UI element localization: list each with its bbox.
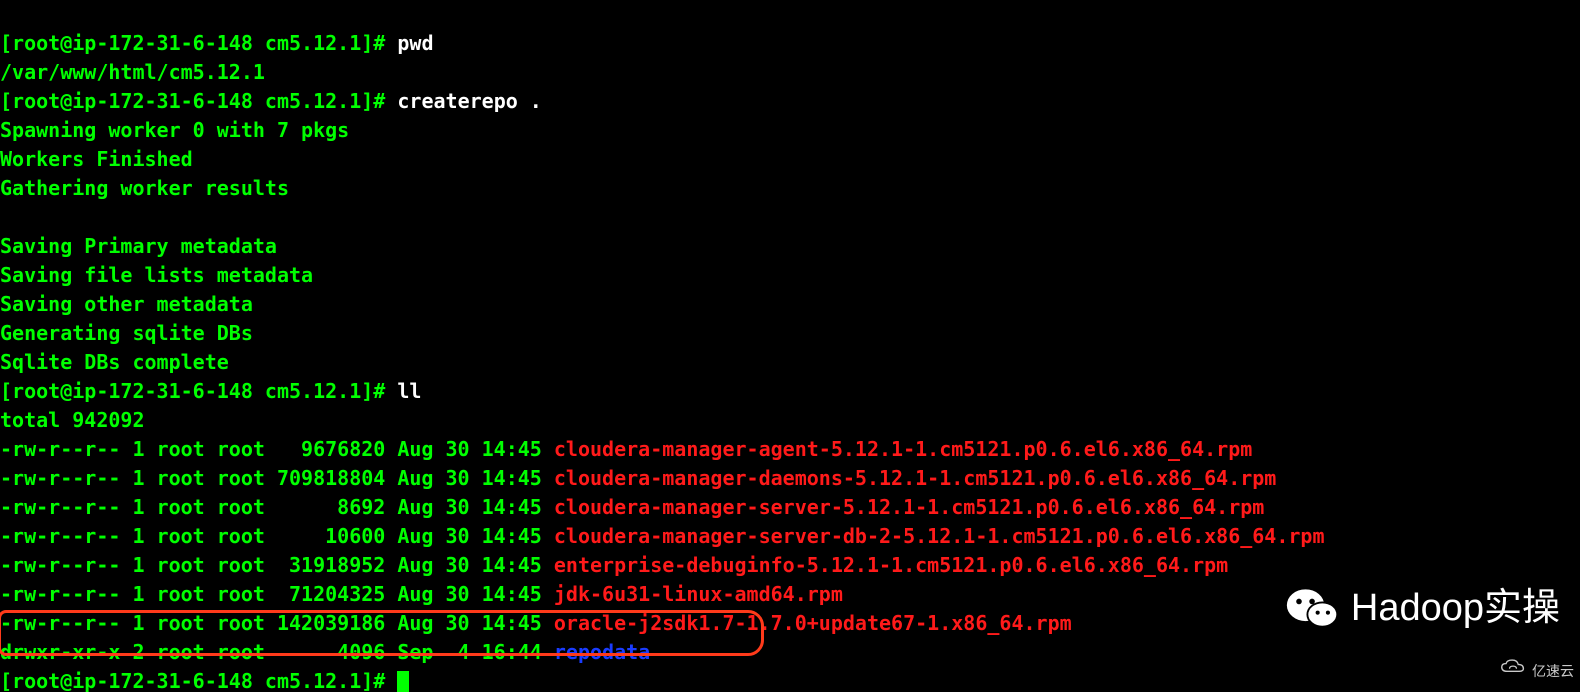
file-name-rpm: cloudera-manager-agent-5.12.1-1.cm5121.p… xyxy=(554,437,1252,461)
prompt: [root@ip-172-31-6-148 cm5.12.1]# xyxy=(0,379,397,403)
cloud-icon xyxy=(1500,657,1526,686)
terminal-cursor[interactable] xyxy=(397,671,409,692)
watermark: Hadoop实操 xyxy=(1285,584,1560,632)
wechat-icon xyxy=(1285,584,1341,632)
output-line: /var/www/html/cm5.12.1 xyxy=(0,60,265,84)
prompt: [root@ip-172-31-6-148 cm5.12.1]# xyxy=(0,669,397,692)
output-line: Sqlite DBs complete xyxy=(0,350,229,374)
dir-meta: drwxr-xr-x 2 root root 4096 Sep 4 16:44 xyxy=(0,640,554,664)
output-line: Workers Finished xyxy=(0,147,193,171)
output-line: Spawning worker 0 with 7 pkgs xyxy=(0,118,349,142)
file-name-rpm: oracle-j2sdk1.7-1.7.0+update67-1.x86_64.… xyxy=(554,611,1072,635)
file-name-rpm: cloudera-manager-server-5.12.1-1.cm5121.… xyxy=(554,495,1264,519)
dir-name: repodata xyxy=(554,640,650,664)
output-line: Gathering worker results xyxy=(0,176,289,200)
corner-text: 亿速云 xyxy=(1532,657,1574,686)
output-line: Saving Primary metadata xyxy=(0,234,277,258)
file-meta: -rw-r--r-- 1 root root 8692 Aug 30 14:45 xyxy=(0,495,554,519)
cmd-text: pwd xyxy=(397,31,433,55)
output-line: total 942092 xyxy=(0,408,145,432)
file-meta: -rw-r--r-- 1 root root 10600 Aug 30 14:4… xyxy=(0,524,554,548)
output-line: Saving file lists metadata xyxy=(0,263,313,287)
cmd-text: ll xyxy=(397,379,421,403)
output-line: Generating sqlite DBs xyxy=(0,321,253,345)
watermark-text: Hadoop实操 xyxy=(1351,594,1560,623)
file-name-rpm: cloudera-manager-daemons-5.12.1-1.cm5121… xyxy=(554,466,1276,490)
file-meta: -rw-r--r-- 1 root root 31918952 Aug 30 1… xyxy=(0,553,554,577)
file-name-rpm: jdk-6u31-linux-amd64.rpm xyxy=(554,582,843,606)
file-meta: -rw-r--r-- 1 root root 709818804 Aug 30 … xyxy=(0,466,554,490)
prompt: [root@ip-172-31-6-148 cm5.12.1]# xyxy=(0,89,397,113)
cmd-text: createrepo . xyxy=(397,89,542,113)
output-line: Saving other metadata xyxy=(0,292,253,316)
prompt: [root@ip-172-31-6-148 cm5.12.1]# xyxy=(0,31,397,55)
file-meta: -rw-r--r-- 1 root root 71204325 Aug 30 1… xyxy=(0,582,554,606)
file-name-rpm: cloudera-manager-server-db-2-5.12.1-1.cm… xyxy=(554,524,1325,548)
file-meta: -rw-r--r-- 1 root root 9676820 Aug 30 14… xyxy=(0,437,554,461)
file-meta: -rw-r--r-- 1 root root 142039186 Aug 30 … xyxy=(0,611,554,635)
file-name-rpm: enterprise-debuginfo-5.12.1-1.cm5121.p0.… xyxy=(554,553,1228,577)
corner-watermark: 亿速云 xyxy=(1500,657,1574,686)
